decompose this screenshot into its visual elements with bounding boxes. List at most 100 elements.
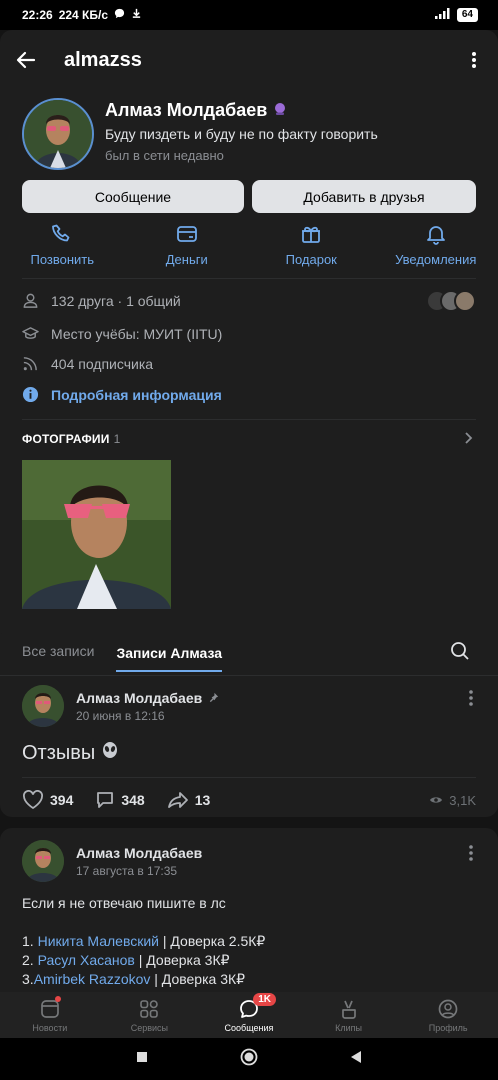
avatar[interactable] xyxy=(22,685,64,727)
mention-link[interactable]: Расул Хасанов xyxy=(38,952,135,968)
post-header: Алмаз Молдабаев 17 августа в 17:35 xyxy=(22,840,202,882)
profile-photo[interactable] xyxy=(22,460,171,609)
action-call-label: Позвонить xyxy=(30,252,95,267)
money-icon xyxy=(176,226,197,242)
post-header: Алмаз Молдабаев 20 июня в 12:16 xyxy=(22,685,219,727)
tab-messages[interactable]: 1K Сообщения xyxy=(199,992,299,1038)
details-link[interactable]: Подробная информация xyxy=(22,386,222,403)
photos-title: ФОТОГРАФИИ xyxy=(22,432,110,446)
list-item: 3.Amirbek Razzokov | Доверка 3К₽ xyxy=(22,970,265,989)
friend-avatar xyxy=(454,290,476,312)
recents-icon[interactable] xyxy=(136,1050,148,1068)
last-seen: был в сети недавно xyxy=(105,148,224,163)
mention-link[interactable]: Никита Малевский xyxy=(38,933,159,949)
tab-clips[interactable]: Клипы xyxy=(299,992,399,1038)
profile-icon xyxy=(438,999,458,1018)
tab-services-label: Сервисы xyxy=(130,1022,169,1033)
post-author[interactable]: Алмаз Молдабаев xyxy=(76,845,202,861)
heart-icon xyxy=(23,790,43,810)
bottom-tab-bar: Новости Сервисы 1K Сообщения Клипы Профи… xyxy=(0,992,498,1038)
chevron-right-icon[interactable] xyxy=(460,430,476,446)
action-gift[interactable]: Подарок xyxy=(249,222,374,278)
profile-card: Алмаз Молдабаев Буду пиздеть и буду не п… xyxy=(0,90,498,655)
status-time: 22:26 xyxy=(22,8,53,22)
mutual-friends-avatars[interactable] xyxy=(426,290,476,312)
clips-icon xyxy=(341,1000,356,1019)
status-bar: 22:26 224 КБ/с 64 xyxy=(0,0,498,30)
post-date: 20 июня в 12:16 xyxy=(76,708,165,723)
info-followers[interactable]: 404 подписчика xyxy=(22,355,153,372)
list-suffix: | Доверка 2.5К₽ xyxy=(159,933,266,949)
back-triangle-icon[interactable] xyxy=(350,1050,362,1069)
post-date: 17 августа в 17:35 xyxy=(76,863,178,878)
avatar[interactable] xyxy=(22,840,64,882)
comment-button[interactable]: 348 xyxy=(95,790,145,810)
wall-post: Алмаз Молдабаев 17 августа в 17:35 Если … xyxy=(0,828,498,997)
download-icon xyxy=(131,8,142,22)
eye-icon xyxy=(430,797,443,803)
page-title: almazss xyxy=(64,48,142,71)
action-money-label: Деньги xyxy=(165,252,208,267)
likes-count: 394 xyxy=(50,792,74,808)
top-bar: almazss xyxy=(0,30,498,90)
views: 3,1K xyxy=(429,793,476,808)
list-suffix: | Доверка 3К₽ xyxy=(154,971,246,987)
action-gift-label: Подарок xyxy=(285,252,337,267)
pin-icon xyxy=(208,690,219,706)
search-icon[interactable] xyxy=(450,641,470,661)
more-options-icon[interactable] xyxy=(464,50,484,70)
comment-icon xyxy=(97,792,114,808)
list-item: 2. Расул Хасанов | Доверка 3К₽ xyxy=(22,951,265,970)
views-count: 3,1K xyxy=(449,792,476,808)
profile-name: Алмаз Молдабаев xyxy=(105,100,287,121)
photos-section-title[interactable]: ФОТОГРАФИИ 1 xyxy=(22,432,120,446)
tab-news[interactable]: Новости xyxy=(0,992,100,1038)
share-button[interactable]: 13 xyxy=(167,790,210,810)
post-more-icon[interactable] xyxy=(468,844,476,864)
action-call[interactable]: Позвонить xyxy=(0,222,125,278)
divider xyxy=(0,675,498,676)
list-suffix: | Доверка 3К₽ xyxy=(134,952,230,968)
home-icon[interactable] xyxy=(240,1048,258,1071)
back-arrow-icon[interactable] xyxy=(14,48,38,72)
chat-notification-icon xyxy=(114,8,125,22)
system-nav-bar xyxy=(0,1038,498,1080)
tab-messages-label: Сообщения xyxy=(224,1022,274,1033)
education-text: Место учёбы: МУИТ (IITU) xyxy=(51,325,223,342)
message-button[interactable]: Сообщение xyxy=(22,180,244,213)
profile-name-text: Алмаз Молдабаев xyxy=(105,100,268,120)
tab-news-label: Новости xyxy=(32,1022,68,1033)
post-author-name: Алмаз Молдабаев xyxy=(76,844,203,861)
profile-status: Буду пиздеть и буду не по факту говорить xyxy=(105,126,378,142)
post-stats: 394 348 13 3,1K xyxy=(22,790,476,810)
wall-feed: Все записи Записи Алмаза Алмаз Молдабаев… xyxy=(0,627,498,817)
rss-icon xyxy=(23,357,37,371)
details-link-label: Подробная информация xyxy=(51,386,222,403)
profile-avatar[interactable] xyxy=(22,98,94,170)
services-icon xyxy=(140,999,159,1018)
signal-icon xyxy=(434,8,451,22)
phone-icon xyxy=(52,224,70,242)
action-money[interactable]: Деньги xyxy=(125,222,250,278)
app-screen: almazss Алмаз Молдабаев Буду пиздеть и б… xyxy=(0,30,498,997)
post-line: Если я не отвечаю пишите в лс xyxy=(22,895,226,911)
mention-link[interactable]: Amirbek Razzokov xyxy=(34,971,155,987)
tab-all-posts[interactable]: Все записи xyxy=(22,627,94,675)
post-author-name: Алмаз Молдабаев xyxy=(76,689,203,706)
post-author[interactable]: Алмаз Молдабаев xyxy=(76,690,219,706)
tab-own-posts[interactable]: Записи Алмаза xyxy=(116,636,223,672)
like-button[interactable]: 394 xyxy=(22,790,73,810)
info-friends[interactable]: 132 друга · 1 общий xyxy=(22,292,181,309)
add-friend-button[interactable]: Добавить в друзья xyxy=(252,180,476,213)
tab-profile[interactable]: Профиль xyxy=(398,992,498,1038)
wall-tabs: Все записи Записи Алмаза xyxy=(0,627,498,675)
bell-icon xyxy=(426,226,445,245)
info-education[interactable]: Место учёбы: МУИТ (IITU) xyxy=(22,325,222,342)
comments-count: 348 xyxy=(121,792,145,808)
photos-count: 1 xyxy=(113,432,121,446)
action-notifications[interactable]: Уведомления xyxy=(374,222,498,278)
friends-count: 132 друга · 1 общий xyxy=(51,292,181,309)
tab-services[interactable]: Сервисы xyxy=(100,992,200,1038)
post-more-icon[interactable] xyxy=(468,689,476,709)
share-icon xyxy=(167,792,188,808)
